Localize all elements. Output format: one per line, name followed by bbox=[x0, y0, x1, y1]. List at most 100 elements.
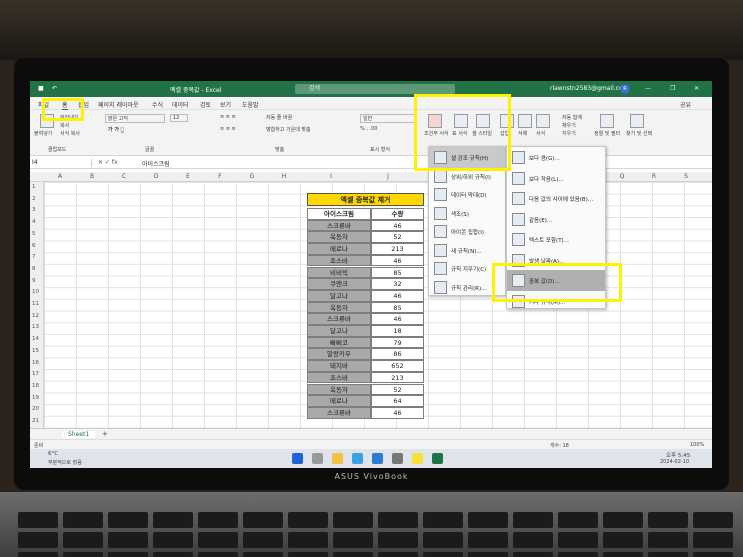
menu-item[interactable]: 같음(E)... bbox=[507, 209, 605, 230]
save-icon[interactable]: ■ bbox=[38, 85, 44, 92]
table-cell-qty[interactable]: 85 bbox=[371, 266, 424, 279]
table-cell-qty[interactable]: 46 bbox=[371, 219, 424, 232]
table-cell-name[interactable]: 메로나 bbox=[307, 243, 371, 255]
table-cell-qty[interactable]: 652 bbox=[371, 360, 424, 372]
column-header[interactable]: A bbox=[44, 173, 76, 180]
menu-item[interactable]: 텍스트 포함(T)... bbox=[507, 229, 605, 250]
table-cell-qty[interactable]: 46 bbox=[371, 313, 424, 325]
column-header[interactable]: F bbox=[204, 173, 236, 180]
bold-button[interactable]: 가 가 가̲ bbox=[108, 126, 124, 133]
name-box[interactable]: I4 bbox=[32, 159, 92, 167]
table-cell-qty[interactable]: 213 bbox=[371, 371, 424, 384]
menu-item[interactable]: 보다 작음(L)... bbox=[507, 168, 605, 189]
file-explorer-icon[interactable] bbox=[332, 453, 343, 464]
currency-icon[interactable]: % , .00 bbox=[360, 126, 377, 132]
menu-item[interactable]: 보다 큼(G)... bbox=[507, 147, 605, 168]
table-cell-qty[interactable]: 52 bbox=[371, 383, 424, 396]
excel-icon[interactable] bbox=[432, 453, 443, 464]
row-header[interactable]: 11 bbox=[32, 301, 39, 307]
table-cell-name[interactable]: 옥동자 bbox=[307, 383, 371, 396]
wrap-text-button[interactable]: 자동 줄 바꿈 bbox=[266, 114, 292, 121]
table-title[interactable]: 엑셀 중복값 제거 bbox=[307, 193, 424, 206]
sheet-tab[interactable]: Sheet1 bbox=[62, 431, 96, 438]
table-cell-name[interactable]: 메로나 bbox=[307, 395, 371, 407]
table-cell-qty[interactable]: 86 bbox=[371, 348, 424, 361]
row-header[interactable]: 12 bbox=[32, 313, 39, 319]
tab-data[interactable]: 데이터 bbox=[172, 100, 189, 109]
tab-formulas[interactable]: 수식 bbox=[152, 100, 163, 109]
table-cell-name[interactable]: 달고나 bbox=[307, 325, 371, 337]
table-cell-name[interactable]: 돼지바 bbox=[307, 360, 371, 372]
row-header[interactable]: 1 bbox=[32, 184, 36, 190]
tab-review[interactable]: 검토 bbox=[200, 100, 211, 109]
column-header[interactable]: J bbox=[362, 173, 414, 180]
kakaotalk-icon[interactable] bbox=[412, 453, 423, 464]
column-header[interactable]: D bbox=[140, 173, 172, 180]
row-header[interactable]: 5 bbox=[32, 231, 36, 237]
clock-time[interactable]: 오후 5:45 bbox=[666, 451, 690, 459]
table-cell-qty[interactable]: 52 bbox=[371, 231, 424, 244]
copy-button[interactable]: 복사 bbox=[60, 122, 69, 129]
number-format-select[interactable]: 일반 bbox=[360, 114, 415, 123]
find-select-button[interactable]: 찾기 및 선택 bbox=[626, 130, 652, 137]
table-cell-name[interactable]: 달고나 bbox=[307, 289, 371, 302]
table-cell-qty[interactable]: 46 bbox=[371, 406, 424, 419]
row-header[interactable]: 13 bbox=[32, 324, 39, 330]
tab-help[interactable]: 도움말 bbox=[242, 100, 259, 109]
avatar[interactable]: R bbox=[620, 84, 630, 94]
row-header[interactable]: 9 bbox=[32, 278, 36, 284]
account-email[interactable]: rlawnstn2583@gmail.com bbox=[550, 85, 628, 92]
column-header[interactable]: G bbox=[236, 173, 268, 180]
table-cell-qty[interactable]: 213 bbox=[371, 243, 424, 255]
search-box[interactable]: 검색 bbox=[295, 84, 455, 94]
fx-icon[interactable]: ✕ ✓ fx bbox=[98, 159, 118, 166]
row-header[interactable]: 21 bbox=[32, 418, 39, 424]
align-left-icon[interactable]: ≡ ≡ ≡ bbox=[220, 126, 236, 132]
find-select-icon[interactable] bbox=[630, 114, 644, 128]
search-icon[interactable] bbox=[312, 453, 323, 464]
zoom-level[interactable]: 100% bbox=[690, 442, 704, 448]
row-header[interactable]: 4 bbox=[32, 219, 36, 225]
table-cell-name[interactable]: 쿠앤크 bbox=[307, 278, 371, 290]
table-cell-name[interactable]: 빠삐코 bbox=[307, 336, 371, 349]
add-sheet-button[interactable]: + bbox=[102, 430, 108, 438]
formula-input[interactable]: 아이스크림 bbox=[142, 159, 170, 168]
table-cell-name[interactable]: 말랑카우 bbox=[307, 348, 371, 361]
column-header[interactable]: S bbox=[670, 173, 702, 180]
row-header[interactable]: 17 bbox=[32, 371, 39, 377]
row-header[interactable]: 16 bbox=[32, 360, 39, 366]
autosum-button[interactable]: 자동 합계 bbox=[562, 114, 582, 121]
row-header[interactable]: 15 bbox=[32, 348, 39, 354]
app-icon[interactable] bbox=[392, 453, 403, 464]
font-name-select[interactable]: 맑은 고딕 bbox=[105, 114, 165, 123]
format-painter-button[interactable]: 서식 복사 bbox=[60, 130, 80, 137]
column-header[interactable]: R bbox=[638, 173, 670, 180]
delete-cell-button[interactable]: 삭제 bbox=[518, 130, 527, 137]
table-cell-name[interactable]: 옥동자 bbox=[307, 301, 371, 314]
column-header[interactable]: I bbox=[300, 173, 362, 180]
table-cell-qty[interactable]: 46 bbox=[371, 254, 424, 267]
format-cell-icon[interactable] bbox=[536, 114, 550, 128]
row-header[interactable]: 20 bbox=[32, 406, 39, 412]
table-header-qty[interactable]: 수량 bbox=[371, 208, 424, 220]
table-cell-qty[interactable]: 18 bbox=[371, 325, 424, 337]
table-cell-name[interactable]: 비비빅 bbox=[307, 266, 371, 279]
row-header[interactable]: 6 bbox=[32, 243, 36, 249]
tab-layout[interactable]: 페이지 레이아웃 bbox=[98, 100, 139, 109]
table-cell-name[interactable]: 옥동자 bbox=[307, 231, 371, 244]
table-header-name[interactable]: 아이스크림 bbox=[307, 208, 371, 220]
column-header[interactable]: H bbox=[268, 173, 300, 180]
table-cell-qty[interactable]: 46 bbox=[371, 289, 424, 302]
table-cell-qty[interactable]: 79 bbox=[371, 336, 424, 349]
windows-start-icon[interactable] bbox=[292, 453, 303, 464]
sort-filter-icon[interactable] bbox=[600, 114, 614, 128]
font-size-select[interactable]: 12 bbox=[170, 114, 188, 122]
table-cell-name[interactable]: 스크류바 bbox=[307, 313, 371, 325]
column-header[interactable]: C bbox=[108, 173, 140, 180]
close-icon[interactable]: ✕ bbox=[694, 85, 699, 92]
row-header[interactable]: 18 bbox=[32, 383, 39, 389]
delete-cell-icon[interactable] bbox=[518, 114, 532, 128]
table-cell-name[interactable]: 죠스바 bbox=[307, 371, 371, 384]
menu-item[interactable]: 다음 값의 사이에 있음(B)... bbox=[507, 188, 605, 209]
column-header[interactable]: E bbox=[172, 173, 204, 180]
